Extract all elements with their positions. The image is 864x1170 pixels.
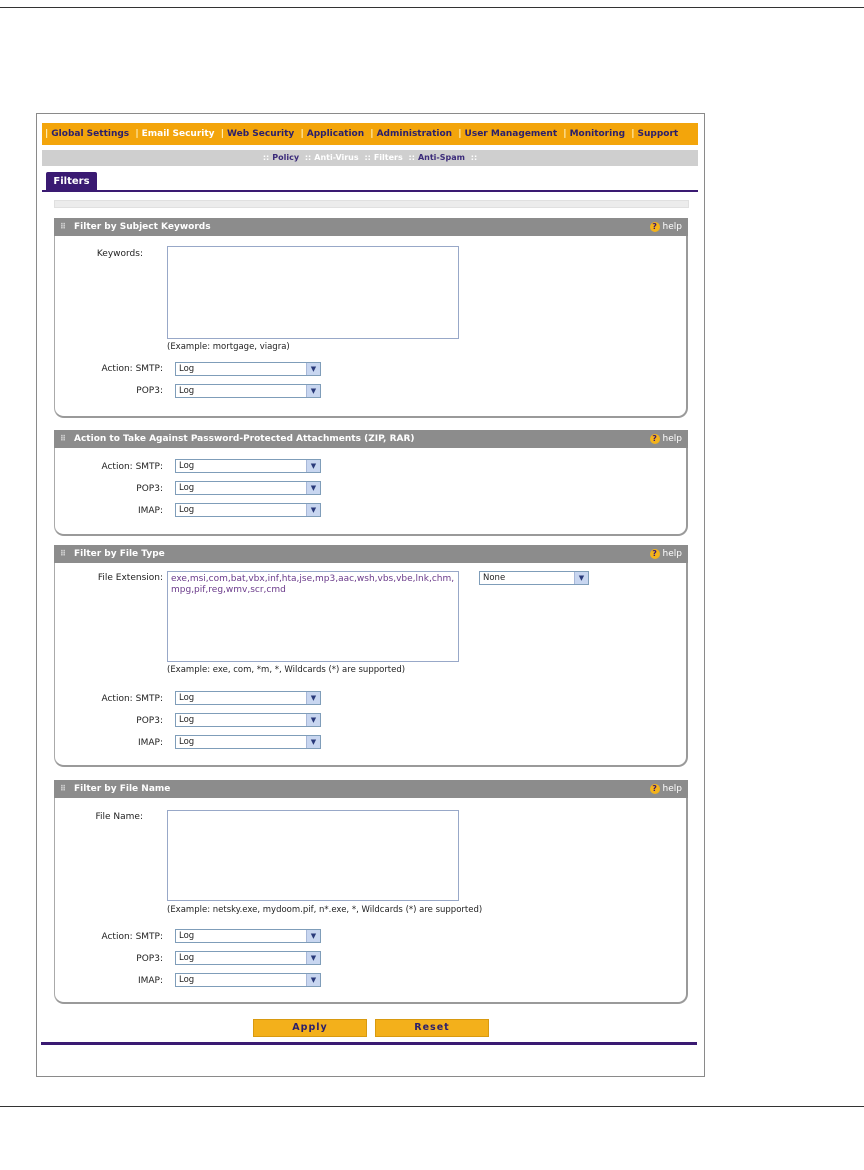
help-label: help <box>662 434 682 444</box>
section-header: ⠿ Filter by File Name ? help <box>54 780 688 798</box>
chevron-down-icon: ▼ <box>306 482 320 494</box>
pop3-label: POP3: <box>136 386 163 396</box>
chevron-down-icon: ▼ <box>306 974 320 986</box>
chevron-down-icon: ▼ <box>306 952 320 964</box>
section-body: File Name: (Example: netsky.exe, mydoom.… <box>54 798 688 1004</box>
help-icon: ? <box>649 783 660 794</box>
help-icon: ? <box>649 221 660 232</box>
file-name-label: File Name: <box>95 812 143 822</box>
chevron-down-icon: ▼ <box>306 930 320 942</box>
section-file-name: ⠿ Filter by File Name ? help File Name: (… <box>54 780 688 1004</box>
file-name-textarea[interactable] <box>167 810 459 901</box>
help-icon: ? <box>649 548 660 559</box>
nav-administration[interactable]: Administration <box>377 129 453 139</box>
action-smtp-label: Action: SMTP: <box>101 364 163 374</box>
smtp-action-select[interactable]: Log ▼ <box>175 362 321 376</box>
help-label: help <box>662 549 682 559</box>
file-name-example: (Example: netsky.exe, mydoom.pif, n*.exe… <box>167 905 483 915</box>
message-strip <box>54 200 689 208</box>
chevron-down-icon: ▼ <box>306 363 320 375</box>
subnav-filters[interactable]: Filters <box>374 153 403 162</box>
tab-filters[interactable]: Filters <box>46 172 97 191</box>
section-password-protected: ⠿ Action to Take Against Password-Protec… <box>54 430 688 536</box>
pop3-action-select[interactable]: Log ▼ <box>175 384 321 398</box>
chevron-down-icon: ▼ <box>306 714 320 726</box>
imap-action-select[interactable]: Log ▼ <box>175 973 321 987</box>
imap-label: IMAP: <box>137 976 163 986</box>
file-extension-example: (Example: exe, com, *m, *, Wildcards (*)… <box>167 665 406 675</box>
section-body: File Extension: exe,msi,com,bat,vbx,inf,… <box>54 563 688 767</box>
file-extension-textarea[interactable]: exe,msi,com,bat,vbx,inf,hta,jse,mp3,aac,… <box>167 571 459 662</box>
smtp-action-select[interactable]: Log ▼ <box>175 691 321 705</box>
sub-navigation: :: Policy :: Anti-Virus :: Filters :: Anti-S… <box>42 150 698 166</box>
subnav-policy[interactable]: Policy <box>272 153 299 162</box>
grip-icon: ⠿ <box>60 549 67 558</box>
subnav-anti-virus[interactable]: Anti-Virus <box>314 153 358 162</box>
pop3-action-select[interactable]: Log ▼ <box>175 713 321 727</box>
chevron-down-icon: ▼ <box>574 572 588 584</box>
chevron-down-icon: ▼ <box>306 736 320 748</box>
pop3-label: POP3: <box>136 716 163 726</box>
keywords-label: Keywords: <box>96 249 143 259</box>
chevron-down-icon: ▼ <box>306 460 320 472</box>
file-extension-preset-select[interactable]: None ▼ <box>479 571 589 585</box>
section-header: ⠿ Action to Take Against Password-Protec… <box>54 430 688 448</box>
grip-icon: ⠿ <box>60 434 67 443</box>
smtp-action-select[interactable]: Log ▼ <box>175 459 321 473</box>
nav-monitoring[interactable]: Monitoring <box>570 129 626 139</box>
top-navigation: | Global Settings | Email Security | Web Se… <box>42 123 698 145</box>
nav-web-security[interactable]: Web Security <box>227 129 294 139</box>
nav-global-settings[interactable]: Global Settings <box>51 129 129 139</box>
grip-icon: ⠿ <box>60 784 67 793</box>
keywords-example: (Example: mortgage, viagra) <box>167 342 290 352</box>
chevron-down-icon: ▼ <box>306 692 320 704</box>
pop3-action-select[interactable]: Log ▼ <box>175 951 321 965</box>
apply-button[interactable]: Apply <box>253 1019 367 1037</box>
nav-support[interactable]: Support <box>638 129 679 139</box>
page-top-rule <box>0 7 864 8</box>
section-body: Action: SMTP: Log ▼ POP3: Log ▼ IMAP: Log ▼ <box>54 448 688 536</box>
section-header: ⠿ Filter by Subject Keywords ? help <box>54 218 688 236</box>
file-extension-label: File Extension: <box>97 573 163 583</box>
imap-action-select[interactable]: Log ▼ <box>175 735 321 749</box>
imap-label: IMAP: <box>137 506 163 516</box>
help-link[interactable]: ? help <box>649 780 682 798</box>
section-body: Keywords: (Example: mortgage, viagra) Ac… <box>54 236 688 418</box>
screenshot-frame: | Global Settings | Email Security | Web Se… <box>36 113 705 1077</box>
chevron-down-icon: ▼ <box>306 385 320 397</box>
page-bottom-rule <box>0 1106 864 1107</box>
frame-bottom-line <box>41 1042 697 1045</box>
help-link[interactable]: ? help <box>649 545 682 563</box>
imap-action-select[interactable]: Log ▼ <box>175 503 321 517</box>
nav-email-security[interactable]: Email Security <box>142 129 215 139</box>
imap-label: IMAP: <box>137 738 163 748</box>
section-title: Filter by File Name <box>74 784 171 794</box>
smtp-action-select[interactable]: Log ▼ <box>175 929 321 943</box>
section-title: Filter by File Type <box>74 549 165 559</box>
action-smtp-label: Action: SMTP: <box>101 694 163 704</box>
keywords-textarea[interactable] <box>167 246 459 339</box>
section-header: ⠿ Filter by File Type ? help <box>54 545 688 563</box>
help-link[interactable]: ? help <box>649 430 682 448</box>
chevron-down-icon: ▼ <box>306 504 320 516</box>
nav-user-management[interactable]: User Management <box>465 129 558 139</box>
action-smtp-label: Action: SMTP: <box>101 462 163 472</box>
section-subject-keywords: ⠿ Filter by Subject Keywords ? help Keywo… <box>54 218 688 418</box>
subnav-anti-spam[interactable]: Anti-Spam <box>418 153 465 162</box>
help-icon: ? <box>649 433 660 444</box>
help-link[interactable]: ? help <box>649 218 682 236</box>
grip-icon: ⠿ <box>60 222 67 231</box>
tab-underline <box>42 190 698 192</box>
nav-application[interactable]: Application <box>307 129 364 139</box>
help-label: help <box>662 222 682 232</box>
action-smtp-label: Action: SMTP: <box>101 932 163 942</box>
section-file-type: ⠿ Filter by File Type ? help File Extensi… <box>54 545 688 767</box>
section-title: Action to Take Against Password-Protecte… <box>74 434 415 444</box>
pop3-label: POP3: <box>136 484 163 494</box>
pop3-label: POP3: <box>136 954 163 964</box>
pop3-action-select[interactable]: Log ▼ <box>175 481 321 495</box>
help-label: help <box>662 784 682 794</box>
section-title: Filter by Subject Keywords <box>74 222 211 232</box>
reset-button[interactable]: Reset <box>375 1019 489 1037</box>
